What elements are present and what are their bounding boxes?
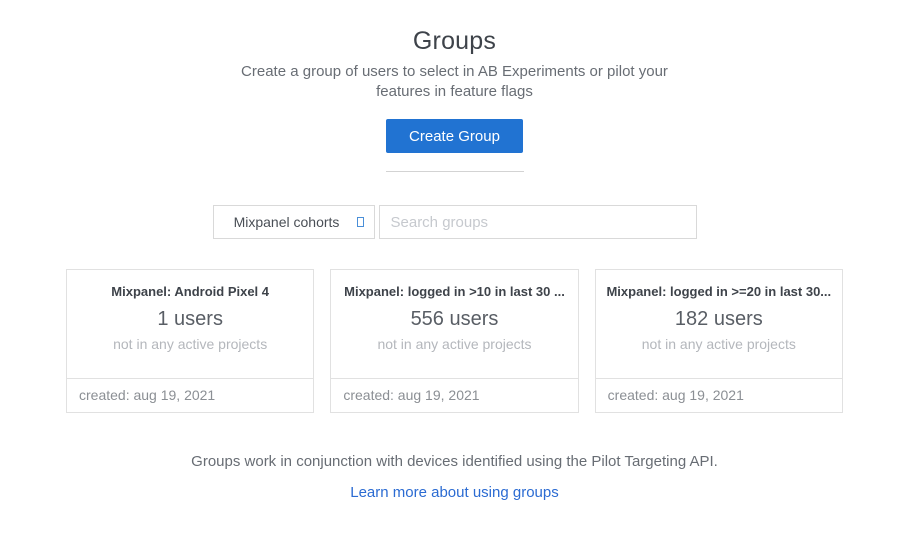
group-card-status: not in any active projects [606,336,832,352]
group-card-title: Mixpanel: Android Pixel 4 [77,284,303,299]
group-card-users-count: 182 users [606,308,832,331]
group-card[interactable]: Mixpanel: logged in >=20 in last 30... 1… [595,269,843,413]
create-group-button[interactable]: Create Group [386,119,523,153]
group-card-body: Mixpanel: logged in >10 in last 30 ... 5… [331,270,577,378]
learn-more-link[interactable]: Learn more about using groups [350,484,558,501]
header-divider [386,171,524,172]
group-cards-row: Mixpanel: Android Pixel 4 1 users not in… [66,269,843,413]
group-card-status: not in any active projects [341,336,567,352]
group-card[interactable]: Mixpanel: Android Pixel 4 1 users not in… [66,269,314,413]
group-card-body: Mixpanel: logged in >=20 in last 30... 1… [596,270,842,378]
group-card-created: created: aug 19, 2021 [331,378,577,412]
search-input[interactable] [379,205,697,239]
cohort-source-select-label: Mixpanel cohorts [234,214,354,230]
group-card-created: created: aug 19, 2021 [596,378,842,412]
page-subtitle: Create a group of users to select in AB … [240,62,670,102]
group-card-created: created: aug 19, 2021 [67,378,313,412]
page-title: Groups [413,27,496,56]
groups-page: Groups Create a group of users to select… [0,0,909,558]
filters-row: Mixpanel cohorts [213,205,697,239]
footer-note: Groups work in conjunction with devices … [191,453,718,470]
group-card-status: not in any active projects [77,336,303,352]
group-card-title: Mixpanel: logged in >=20 in last 30... [606,284,832,299]
group-card[interactable]: Mixpanel: logged in >10 in last 30 ... 5… [330,269,578,413]
group-card-users-count: 1 users [77,308,303,331]
dropdown-box-icon [357,217,364,227]
cohort-source-select[interactable]: Mixpanel cohorts [213,205,375,239]
group-card-title: Mixpanel: logged in >10 in last 30 ... [341,284,567,299]
group-card-users-count: 556 users [341,308,567,331]
group-card-body: Mixpanel: Android Pixel 4 1 users not in… [67,270,313,378]
